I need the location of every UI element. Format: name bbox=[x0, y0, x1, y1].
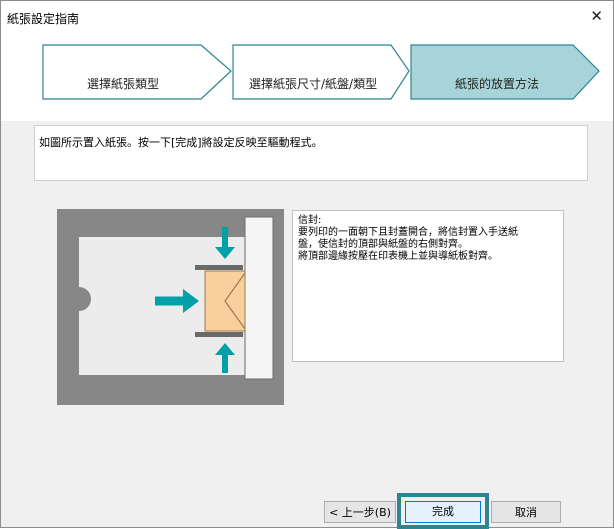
instruction-box: 如圖所示置入紙張。按一下[完成]將設定反映至驅動程式。 bbox=[34, 125, 588, 181]
guide-bar-top bbox=[195, 265, 243, 270]
note-line: 盤，使信封的頂部與紙盤的右側對齊。 bbox=[298, 239, 468, 250]
title-bar: 紙張設定指南 ✕ bbox=[1, 1, 613, 33]
note-line: 要列印的一面朝下且封蓋開合，將信封置入手送紙 bbox=[298, 227, 518, 238]
paper-guide-right bbox=[244, 216, 274, 380]
envelope-loading-illustration bbox=[57, 209, 284, 405]
cancel-button[interactable]: 取消 bbox=[491, 501, 561, 523]
guide-bar-bottom bbox=[195, 332, 243, 337]
paper-setup-guide-dialog: 紙張設定指南 ✕ 選擇紙張類型 選擇紙張尺寸/紙盤/類型 紙張的放置方法 如圖所… bbox=[0, 0, 614, 529]
loading-note-box: 信封: 要列印的一面朝下且封蓋開合，將信封置入手送紙 盤，使信封的頂部與紙盤的右… bbox=[292, 210, 564, 362]
instruction-text: 如圖所示置入紙張。按一下[完成]將設定反映至驅動程式。 bbox=[39, 136, 323, 149]
step-label-size-tray-type: 選擇紙張尺寸/紙盤/類型 bbox=[249, 77, 378, 91]
window-title: 紙張設定指南 bbox=[7, 12, 80, 26]
close-icon[interactable]: ✕ bbox=[590, 8, 603, 24]
step-label-loading-method: 紙張的放置方法 bbox=[455, 77, 540, 91]
step-label-paper-type: 選擇紙張類型 bbox=[87, 77, 160, 91]
finish-button[interactable]: 完成 bbox=[405, 501, 481, 523]
wizard-steps: 選擇紙張類型 選擇紙張尺寸/紙盤/類型 紙張的放置方法 bbox=[1, 33, 613, 121]
note-line: 信封: bbox=[298, 215, 322, 226]
back-button[interactable]: < 上一步(B) bbox=[324, 501, 396, 523]
note-line: 將頂部邊緣按壓在印表機上並與導紙板對齊。 bbox=[298, 251, 498, 262]
